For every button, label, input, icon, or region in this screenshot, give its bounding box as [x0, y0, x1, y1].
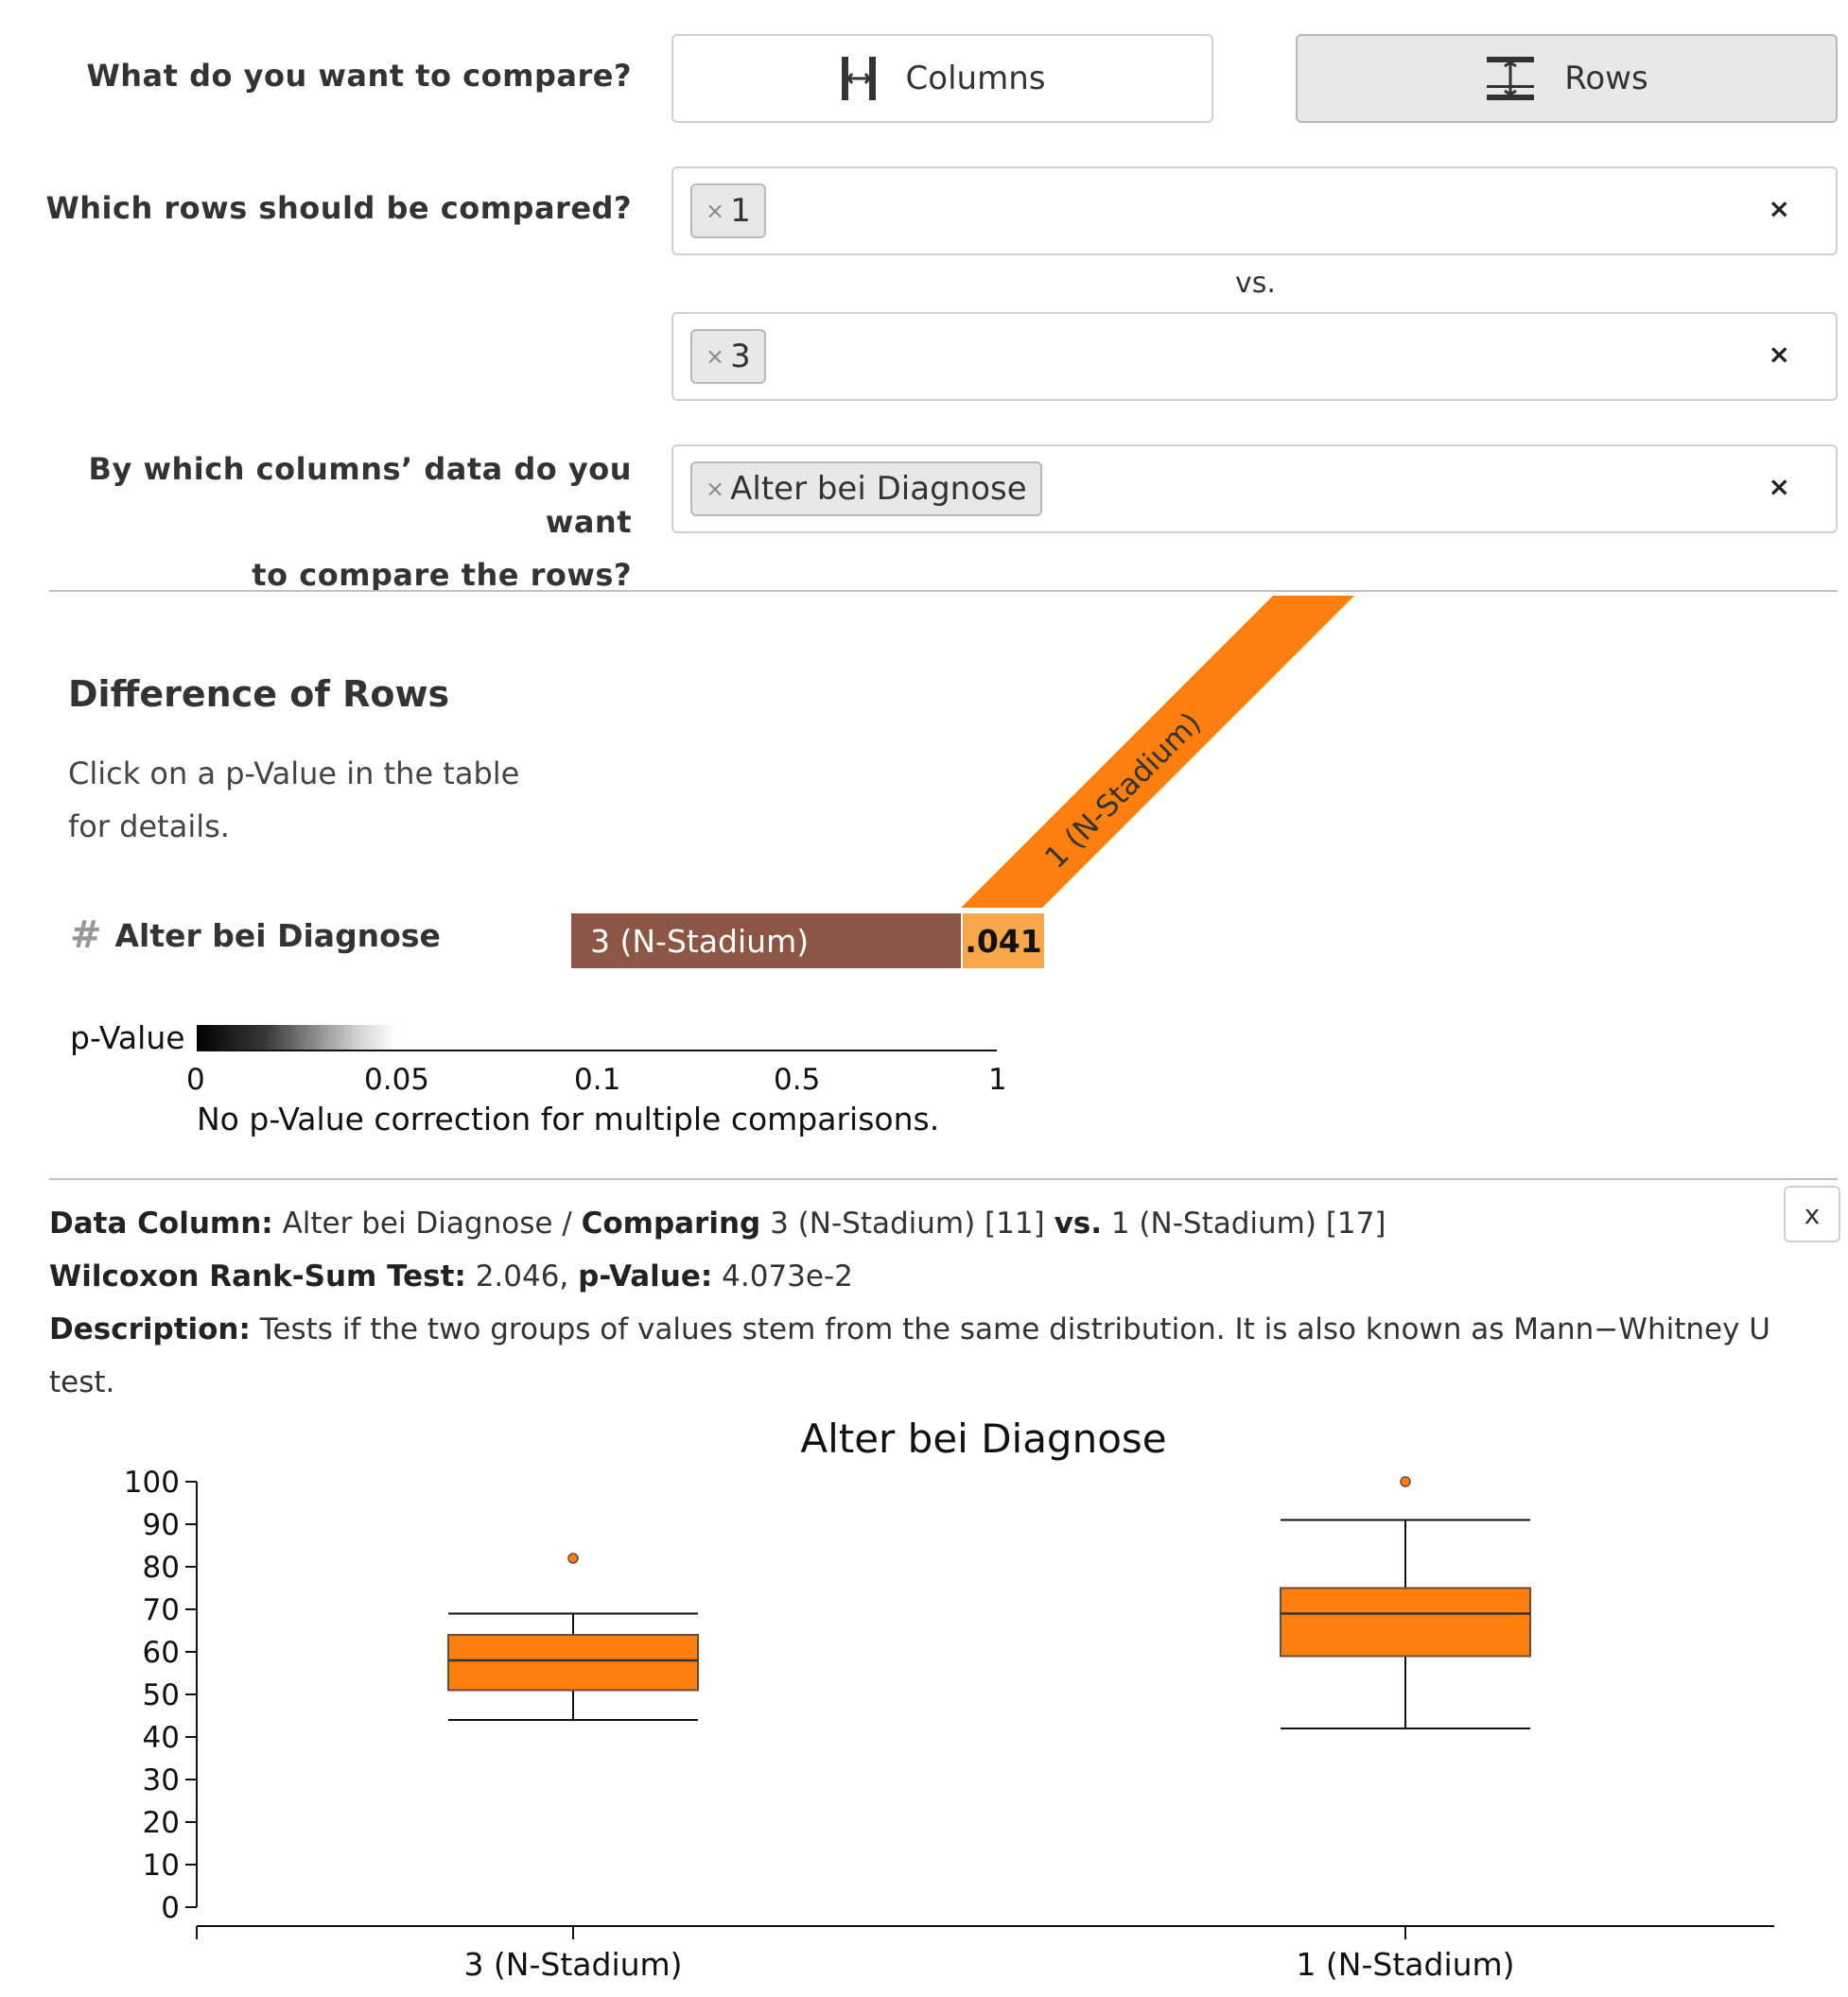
legend-tick: 0.5	[774, 1063, 821, 1097]
p-value-cell[interactable]: .041	[963, 913, 1044, 968]
columns-icon	[840, 55, 878, 102]
column-header-band: 1 (N-Stadium)	[961, 596, 1354, 908]
rows-select-a[interactable]: × 1 ×	[671, 166, 1838, 255]
row-label-text: Alter bei Diagnose	[114, 916, 441, 954]
rows-label: Rows	[1564, 60, 1648, 97]
columns-toggle-button[interactable]: Columns	[671, 34, 1213, 123]
data-column-value: Alter bei Diagnose	[282, 1207, 553, 1241]
separator: /	[562, 1207, 572, 1241]
outlier-point	[567, 1553, 579, 1564]
rows-question-text: Which rows should be compared?	[45, 190, 632, 226]
clear-icon[interactable]: ×	[1769, 339, 1790, 370]
comparing-label: Comparing	[581, 1207, 761, 1241]
boxes	[447, 1476, 1531, 1729]
box	[1280, 1587, 1531, 1658]
section-divider	[49, 590, 1838, 592]
y-tick-label: 90	[143, 1508, 180, 1542]
chip-label: Alter bei Diagnose	[730, 470, 1027, 508]
boxplot-chart: Alter bei Diagnose 0 10 20 30 40 50 60 70 80 90 10…	[124, 1415, 1774, 1983]
difference-title: Difference of Rows	[68, 673, 450, 715]
hash-icon: #	[70, 913, 102, 957]
details-comparison: Data Column: Alter bei Diagnose / Compar…	[49, 1197, 1386, 1250]
rows-select-b[interactable]: × 3 ×	[671, 312, 1838, 401]
description-line1: Tests if the two groups of values stem f…	[259, 1312, 1770, 1346]
columns-question: By which columns’ data do you want to co…	[38, 443, 632, 601]
row-chip[interactable]: × 3	[690, 329, 766, 384]
legend-note: No p-Value correction for multiple compa…	[197, 1101, 940, 1137]
row-chip[interactable]: × 1	[690, 183, 766, 238]
legend-tick: 0.05	[364, 1063, 430, 1097]
x-tick-label: 3 (N-Stadium)	[463, 1946, 682, 1983]
pvalue-value: 4.073e-2	[722, 1259, 853, 1294]
details-close-button[interactable]: x	[1784, 1186, 1840, 1242]
vs-label: vs.	[1235, 267, 1276, 300]
outlier-point	[1400, 1476, 1411, 1487]
data-column-label: Data Column:	[49, 1207, 273, 1241]
hint-line2: for details.	[68, 808, 230, 844]
row-group-bar: 3 (N-Stadium)	[571, 913, 961, 968]
legend-title: p-Value	[70, 1019, 185, 1056]
pvalue-label: p-Value:	[578, 1259, 713, 1294]
legend-tick: 0	[186, 1063, 205, 1097]
chip-remove-icon[interactable]: ×	[706, 198, 724, 224]
y-tick-label: 10	[143, 1849, 180, 1883]
chip-label: 1	[730, 192, 751, 230]
rows-icon	[1485, 55, 1536, 102]
chart-title: Alter bei Diagnose	[800, 1415, 1166, 1462]
column-chip[interactable]: × Alter bei Diagnose	[690, 461, 1042, 516]
y-tick-label: 60	[143, 1636, 180, 1670]
columns-question-line2: to compare the rows?	[252, 557, 632, 593]
difference-hint: Click on a p-Value in the table for deta…	[68, 747, 519, 853]
test-label: Wilcoxon Rank-Sum Test:	[49, 1259, 466, 1294]
box-group	[447, 1553, 699, 1721]
close-label: x	[1804, 1198, 1821, 1230]
y-axis: 0 10 20 30 40 50 60 70 80 90 100	[124, 1466, 198, 1925]
rows-toggle-button[interactable]: Rows	[1296, 34, 1838, 123]
legend-gradient	[197, 1025, 395, 1050]
compare-question-text: What do you want to compare?	[86, 58, 632, 94]
box	[447, 1634, 699, 1692]
clear-icon[interactable]: ×	[1769, 193, 1790, 224]
chip-remove-icon[interactable]: ×	[706, 476, 724, 502]
hint-line1: Click on a p-Value in the table	[68, 755, 520, 791]
p-value-text: .041	[965, 922, 1042, 960]
y-tick-label: 100	[124, 1466, 180, 1500]
chip-label: 3	[730, 338, 751, 375]
box-group	[1280, 1476, 1531, 1729]
compare-question: What do you want to compare?	[38, 49, 632, 102]
section-divider	[49, 1178, 1838, 1180]
row-group-label: 3 (N-Stadium)	[590, 922, 810, 960]
y-tick-label: 30	[143, 1763, 180, 1797]
chip-remove-icon[interactable]: ×	[706, 343, 724, 370]
y-tick-label: 0	[161, 1891, 180, 1925]
column-header-label: 1 (N-Stadium)	[1038, 706, 1208, 876]
details-test: Wilcoxon Rank-Sum Test: 2.046, p-Value: …	[49, 1250, 853, 1303]
x-tick-label: 1 (N-Stadium)	[1296, 1946, 1514, 1983]
legend-tick: 1	[988, 1063, 1007, 1097]
y-tick-label: 80	[143, 1551, 180, 1585]
y-tick-label: 40	[143, 1721, 180, 1755]
vs-label: vs.	[1054, 1207, 1102, 1241]
columns-select[interactable]: × Alter bei Diagnose ×	[671, 444, 1838, 533]
test-value: 2.046,	[475, 1259, 569, 1294]
legend-tick: 0.1	[574, 1063, 621, 1097]
columns-question-line1: By which columns’ data do you want	[88, 451, 632, 540]
clear-icon[interactable]: ×	[1769, 471, 1790, 502]
description-label: Description:	[49, 1312, 251, 1346]
group-a: 3 (N-Stadium) [11]	[770, 1207, 1045, 1241]
y-tick-label: 50	[143, 1678, 180, 1712]
y-tick-label: 70	[143, 1593, 180, 1627]
y-tick-label: 20	[143, 1806, 180, 1840]
details-description: Description: Tests if the two groups of …	[49, 1303, 1837, 1409]
row-label: # Alter bei Diagnose	[70, 913, 441, 957]
rows-question: Which rows should be compared?	[38, 182, 632, 234]
columns-label: Columns	[905, 60, 1046, 97]
group-b: 1 (N-Stadium) [17]	[1110, 1207, 1386, 1241]
x-axis: 3 (N-Stadium) 1 (N-Stadium)	[196, 1925, 1774, 1983]
legend-axis-line	[197, 1050, 997, 1051]
